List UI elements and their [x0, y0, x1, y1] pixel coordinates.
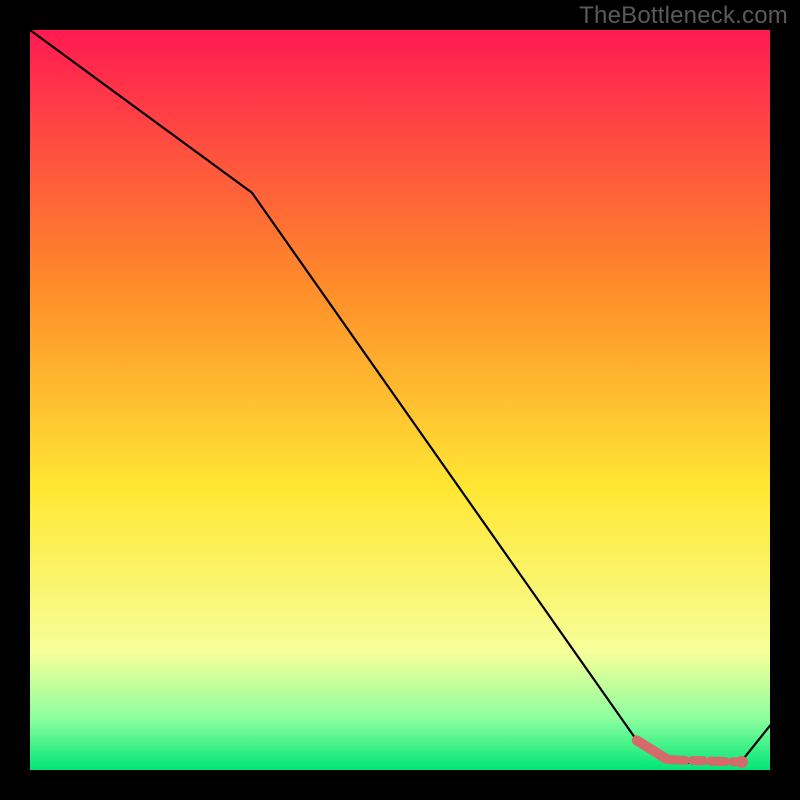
bottleneck-chart [0, 0, 800, 800]
accent-segment-dashes [670, 760, 739, 762]
plot-area [30, 30, 770, 770]
accent-dot [736, 756, 748, 768]
accent-dash [670, 760, 685, 761]
watermark-text: TheBottleneck.com [579, 2, 788, 30]
